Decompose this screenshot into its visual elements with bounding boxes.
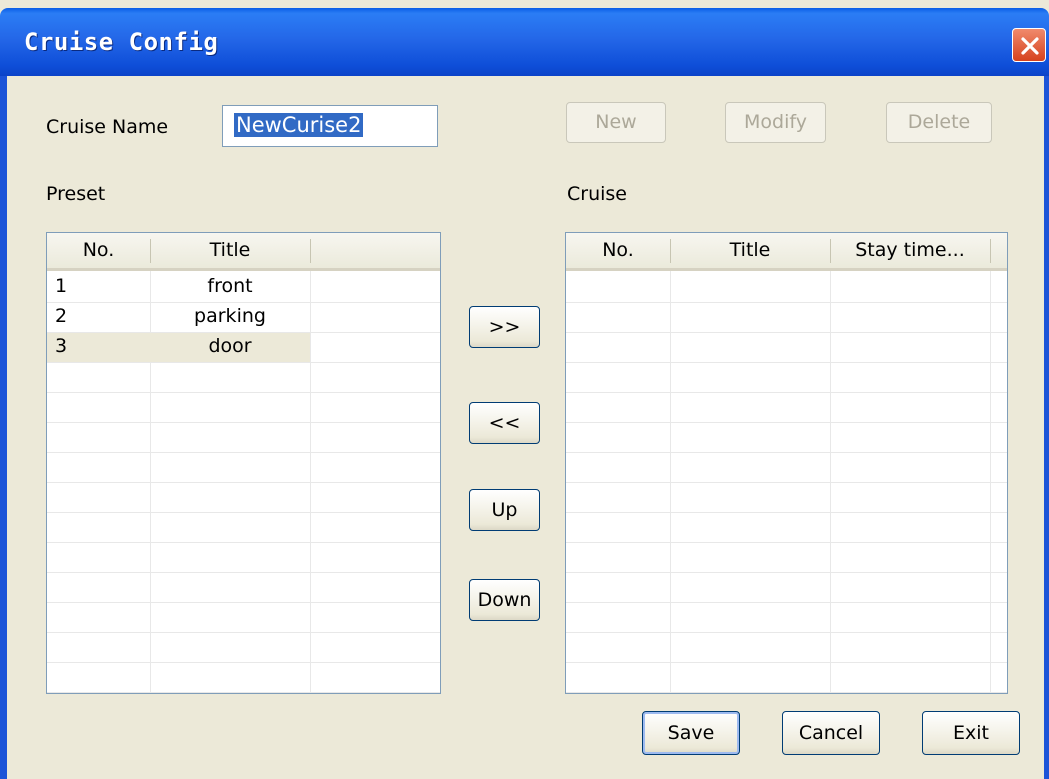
preset-row-title: front [207, 275, 253, 297]
preset-row[interactable]: 1 front [47, 273, 440, 303]
move-down-button[interactable]: Down [469, 579, 540, 621]
empty-row [47, 393, 440, 423]
cruise-col-stay-time[interactable]: Stay time... [830, 233, 990, 267]
empty-row [566, 543, 1007, 573]
window-title: Cruise Config [24, 28, 219, 56]
preset-row-no: 1 [55, 275, 68, 297]
empty-row [47, 513, 440, 543]
empty-row [47, 633, 440, 663]
preset-row-title: door [208, 335, 252, 357]
empty-row [47, 573, 440, 603]
empty-row [47, 543, 440, 573]
preset-col-no[interactable]: No. [47, 233, 150, 267]
cruise-name-label: Cruise Name [46, 116, 169, 138]
empty-row [566, 273, 1007, 303]
column-separator [990, 239, 991, 263]
cruise-list[interactable]: No. Title Stay time... [565, 232, 1008, 694]
empty-row [566, 393, 1007, 423]
empty-row [47, 483, 440, 513]
empty-row [566, 483, 1007, 513]
column-separator [310, 239, 311, 263]
cruise-config-dialog: Cruise Config Cruise Name NewCurise2 New… [0, 0, 1049, 779]
empty-row [566, 603, 1007, 633]
empty-row [566, 573, 1007, 603]
window-frame-left [0, 76, 7, 779]
preset-row[interactable]: 2 parking [47, 303, 440, 333]
modify-button[interactable]: Modify [725, 102, 826, 143]
empty-row [566, 363, 1007, 393]
remove-from-cruise-button[interactable]: << [469, 402, 540, 444]
cruise-label: Cruise [567, 183, 627, 205]
move-up-button[interactable]: Up [469, 489, 540, 531]
empty-row [566, 303, 1007, 333]
preset-list-header: No. Title [47, 233, 440, 271]
cruise-name-input[interactable]: NewCurise2 [222, 105, 438, 147]
exit-button[interactable]: Exit [922, 711, 1020, 755]
empty-row [566, 513, 1007, 543]
cruise-col-title[interactable]: Title [670, 233, 830, 267]
close-icon [1021, 37, 1039, 55]
preset-label: Preset [46, 183, 106, 205]
preset-row-no: 3 [55, 335, 68, 357]
empty-row [566, 333, 1007, 363]
empty-row [566, 633, 1007, 663]
empty-row [566, 453, 1007, 483]
empty-row [47, 423, 440, 453]
cruise-list-header: No. Title Stay time... [566, 233, 1007, 271]
preset-row-no: 2 [55, 305, 68, 327]
preset-row[interactable]: 3 door [47, 333, 440, 363]
cruise-name-value: NewCurise2 [234, 113, 364, 137]
window-frame-right [1044, 76, 1049, 779]
empty-row [47, 363, 440, 393]
preset-list[interactable]: No. Title 1 front 2 parking 3 door [46, 232, 441, 694]
cruise-col-no[interactable]: No. [566, 233, 670, 267]
close-button[interactable] [1012, 28, 1046, 62]
empty-row [47, 453, 440, 483]
delete-button[interactable]: Delete [886, 102, 992, 143]
empty-row [47, 603, 440, 633]
save-button[interactable]: Save [642, 711, 740, 755]
empty-row [566, 423, 1007, 453]
empty-row [566, 663, 1007, 693]
add-to-cruise-button[interactable]: >> [469, 306, 540, 348]
new-button[interactable]: New [566, 102, 666, 143]
preset-row-title: parking [194, 305, 266, 327]
title-bar[interactable]: Cruise Config [0, 8, 1049, 76]
empty-row [47, 663, 440, 693]
cancel-button[interactable]: Cancel [782, 711, 880, 755]
preset-col-title[interactable]: Title [150, 233, 310, 267]
